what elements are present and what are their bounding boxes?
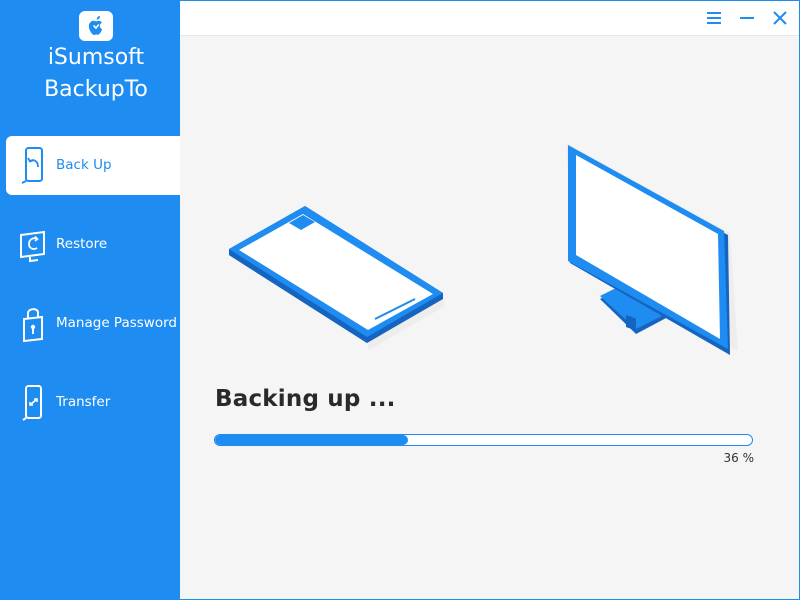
menu-icon[interactable] xyxy=(703,7,725,29)
progress-fill xyxy=(215,435,409,445)
sidebar-item-transfer[interactable]: Transfer xyxy=(6,373,180,432)
phone-transfer-icon xyxy=(18,384,48,422)
app-window: iSumsoft BackupTo Back Up Restore Manage… xyxy=(0,0,800,600)
computer-illustration xyxy=(566,143,738,355)
app-name-line1: iSumsoft xyxy=(47,45,145,70)
minimize-icon[interactable] xyxy=(736,7,758,29)
phone-backup-icon xyxy=(18,147,48,185)
sidebar-item-label: Back Up xyxy=(56,157,112,173)
sidebar-item-label: Restore xyxy=(56,236,108,252)
sidebar: iSumsoft BackupTo Back Up Restore Manage… xyxy=(1,1,180,599)
close-icon[interactable] xyxy=(769,7,791,29)
sidebar-item-label: Manage Password xyxy=(56,315,177,331)
phone-illustration xyxy=(229,206,445,350)
title-bar xyxy=(180,1,799,36)
sidebar-item-restore[interactable]: Restore xyxy=(6,215,180,274)
computer-restore-icon xyxy=(18,226,48,264)
main-panel: Backing up ... 36 % xyxy=(180,36,799,599)
app-name-line2: BackupTo xyxy=(44,77,148,102)
progress-percent-text: 36 % xyxy=(723,451,755,465)
sidebar-item-manage-password[interactable]: Manage Password xyxy=(6,294,180,353)
sidebar-item-back-up[interactable]: Back Up xyxy=(6,136,180,195)
phone-lock-icon xyxy=(18,305,48,343)
app-logo-icon xyxy=(79,11,113,41)
sidebar-item-label: Transfer xyxy=(56,394,111,410)
progress-bar xyxy=(214,434,753,446)
status-title: Backing up ... xyxy=(215,386,396,412)
